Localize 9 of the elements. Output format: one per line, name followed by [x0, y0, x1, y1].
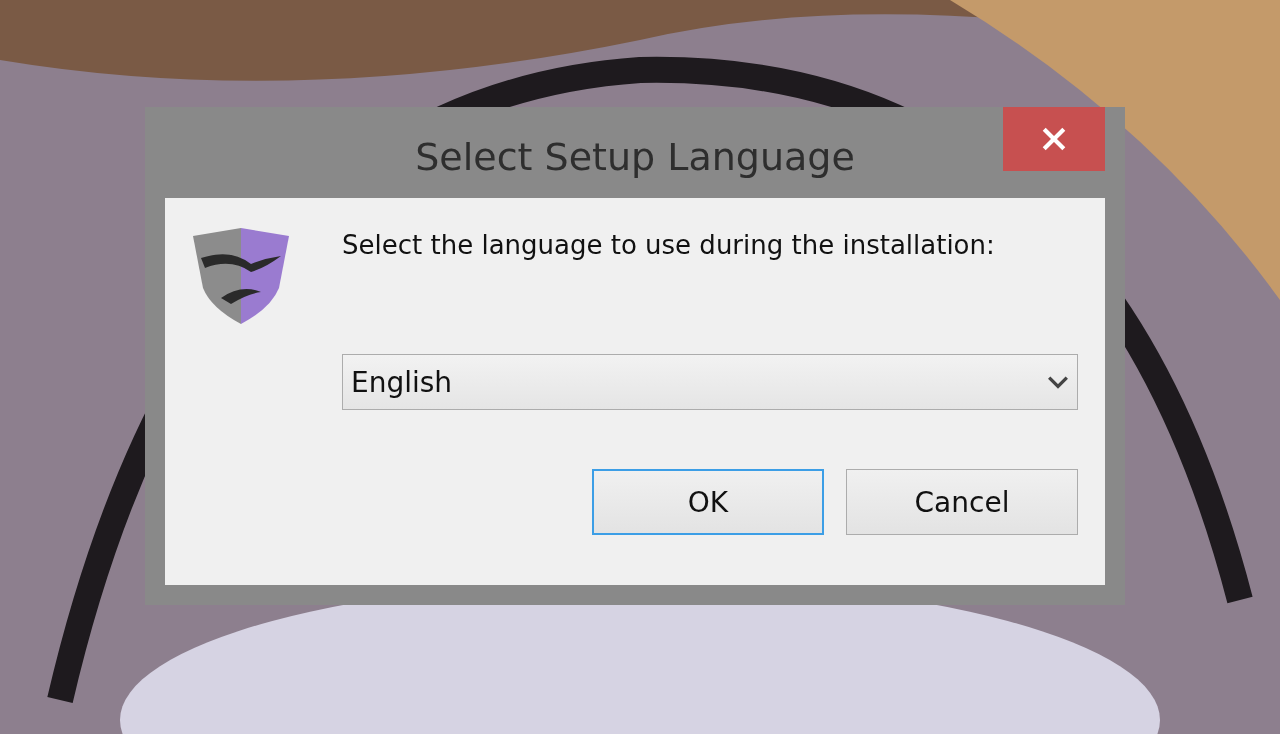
close-icon [1040, 125, 1068, 153]
shield-logo-icon [190, 228, 292, 324]
dialog-button[interactable]: Cancel [846, 469, 1078, 535]
prompt-text: Select the language to use during the installation: [342, 229, 996, 262]
chevron-down-icon [1047, 375, 1069, 389]
close-button[interactable] [1003, 107, 1105, 171]
window-title: Select Setup Language [415, 134, 855, 179]
language-dropdown[interactable]: English [342, 354, 1078, 410]
dialog-button[interactable]: OK [592, 469, 824, 535]
